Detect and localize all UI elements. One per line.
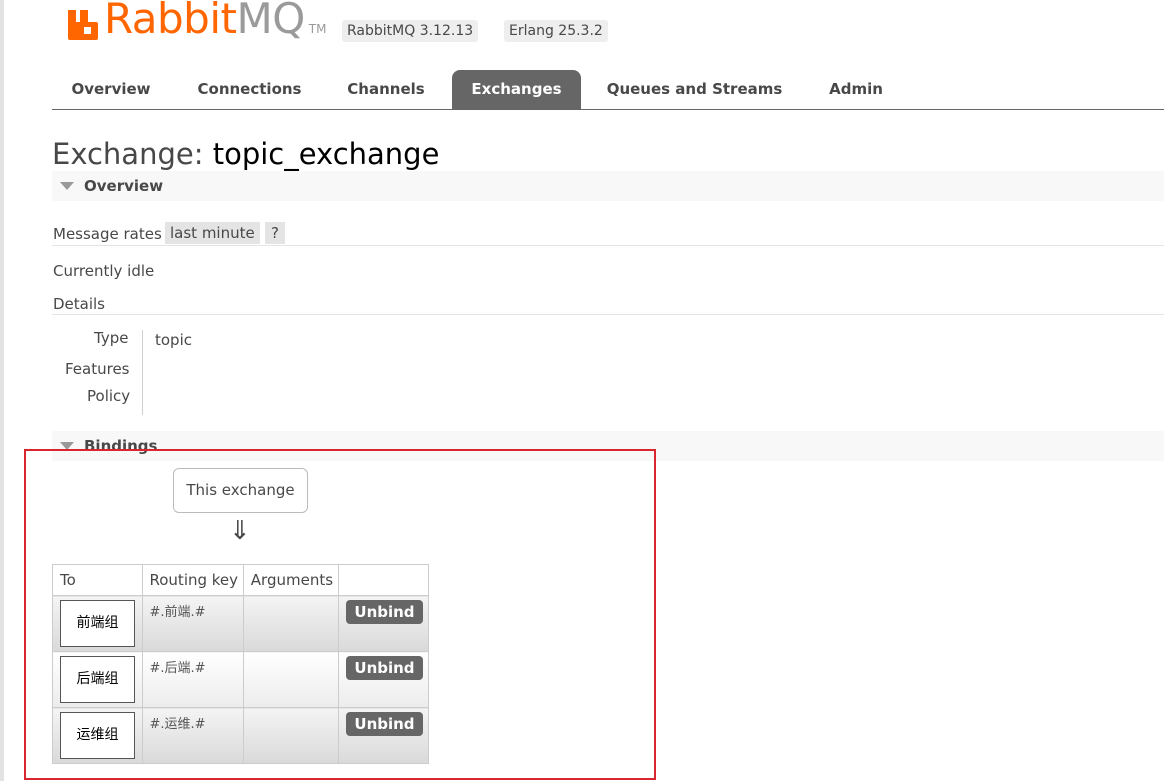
logo-rabbit-text: Rabbit xyxy=(104,0,237,43)
column-header-routing-key: Routing key xyxy=(141,564,244,596)
this-exchange-box: This exchange xyxy=(173,468,308,513)
routing-key-cell: #.运维.# xyxy=(141,707,244,764)
type-label: Type xyxy=(94,329,129,347)
arguments-cell xyxy=(242,651,340,708)
logo-mq-text: MQ xyxy=(236,0,305,43)
rabbitmq-version-badge: RabbitMQ 3.12.13 xyxy=(342,20,479,42)
unbind-button[interactable]: Unbind xyxy=(346,712,423,736)
to-cell: 前端组 xyxy=(52,595,143,652)
routing-key-value: #.前端.# xyxy=(149,605,206,620)
queue-link[interactable]: 运维组 xyxy=(60,712,135,759)
tab-admin[interactable]: Admin xyxy=(816,70,896,109)
to-cell: 运维组 xyxy=(52,707,143,764)
unbind-button[interactable]: Unbind xyxy=(346,656,423,680)
action-cell: Unbind xyxy=(338,595,429,652)
down-arrow-icon: ⇓ xyxy=(229,516,251,546)
details-label: Details xyxy=(53,295,106,313)
tab-channels[interactable]: Channels xyxy=(334,70,438,109)
tab-exchanges[interactable]: Exchanges xyxy=(452,70,581,109)
tab-connections[interactable]: Connections xyxy=(183,70,316,109)
arguments-cell xyxy=(242,595,340,652)
table-row: 运维组 #.运维.# Unbind xyxy=(52,707,429,764)
message-rates-label: Message rates xyxy=(53,225,162,243)
rabbitmq-logo[interactable]: Rabbit MQ TM xyxy=(66,0,326,40)
tab-queues-and-streams[interactable]: Queues and Streams xyxy=(598,70,791,109)
table-row: 前端组 #.前端.# Unbind xyxy=(52,595,429,652)
bindings-section-label: Bindings xyxy=(84,437,158,455)
help-button[interactable]: ? xyxy=(265,222,285,244)
table-row: 后端组 #.后端.# Unbind xyxy=(52,651,429,708)
arguments-cell xyxy=(242,707,340,764)
idle-status-text: Currently idle xyxy=(53,262,155,280)
unbind-button[interactable]: Unbind xyxy=(346,600,423,624)
rate-period-selector[interactable]: last minute xyxy=(165,222,260,244)
page-title: Exchange: topic_exchange xyxy=(52,134,439,174)
tab-overview[interactable]: Overview xyxy=(52,70,170,109)
column-header-arguments: Arguments xyxy=(242,564,340,596)
rabbit-logo-icon xyxy=(66,6,100,40)
bindings-section-header[interactable]: Bindings xyxy=(52,431,1164,461)
divider xyxy=(52,245,1164,246)
routing-key-value: #.运维.# xyxy=(149,717,206,732)
to-cell: 后端组 xyxy=(52,651,143,708)
queue-link[interactable]: 前端组 xyxy=(60,600,135,647)
type-value: topic xyxy=(155,331,192,349)
column-header-to: To xyxy=(52,564,143,596)
erlang-version-badge: Erlang 25.3.2 xyxy=(504,20,608,42)
logo-tm-text: TM xyxy=(308,22,327,36)
column-header-actions xyxy=(338,564,429,596)
action-cell: Unbind xyxy=(338,707,429,764)
routing-key-cell: #.前端.# xyxy=(141,595,244,652)
overview-section-header[interactable]: Overview xyxy=(52,171,1164,201)
queue-link[interactable]: 后端组 xyxy=(60,656,135,703)
details-divider xyxy=(142,330,143,415)
routing-key-value: #.后端.# xyxy=(149,661,206,676)
bindings-table: To Routing key Arguments 前端组 #.前端.# Unbi… xyxy=(52,564,429,764)
features-label: Features xyxy=(65,360,130,378)
collapse-triangle-icon xyxy=(60,442,74,450)
exchange-name: topic_exchange xyxy=(212,137,440,171)
routing-key-cell: #.后端.# xyxy=(141,651,244,708)
divider xyxy=(52,314,1164,315)
page-title-prefix: Exchange: xyxy=(52,137,204,171)
main-nav-tabs: Overview Connections Channels Exchanges … xyxy=(52,70,1164,110)
action-cell: Unbind xyxy=(338,651,429,708)
collapse-triangle-icon xyxy=(60,182,74,190)
window-left-edge xyxy=(0,0,4,781)
overview-section-label: Overview xyxy=(84,177,164,195)
policy-label: Policy xyxy=(87,387,131,405)
